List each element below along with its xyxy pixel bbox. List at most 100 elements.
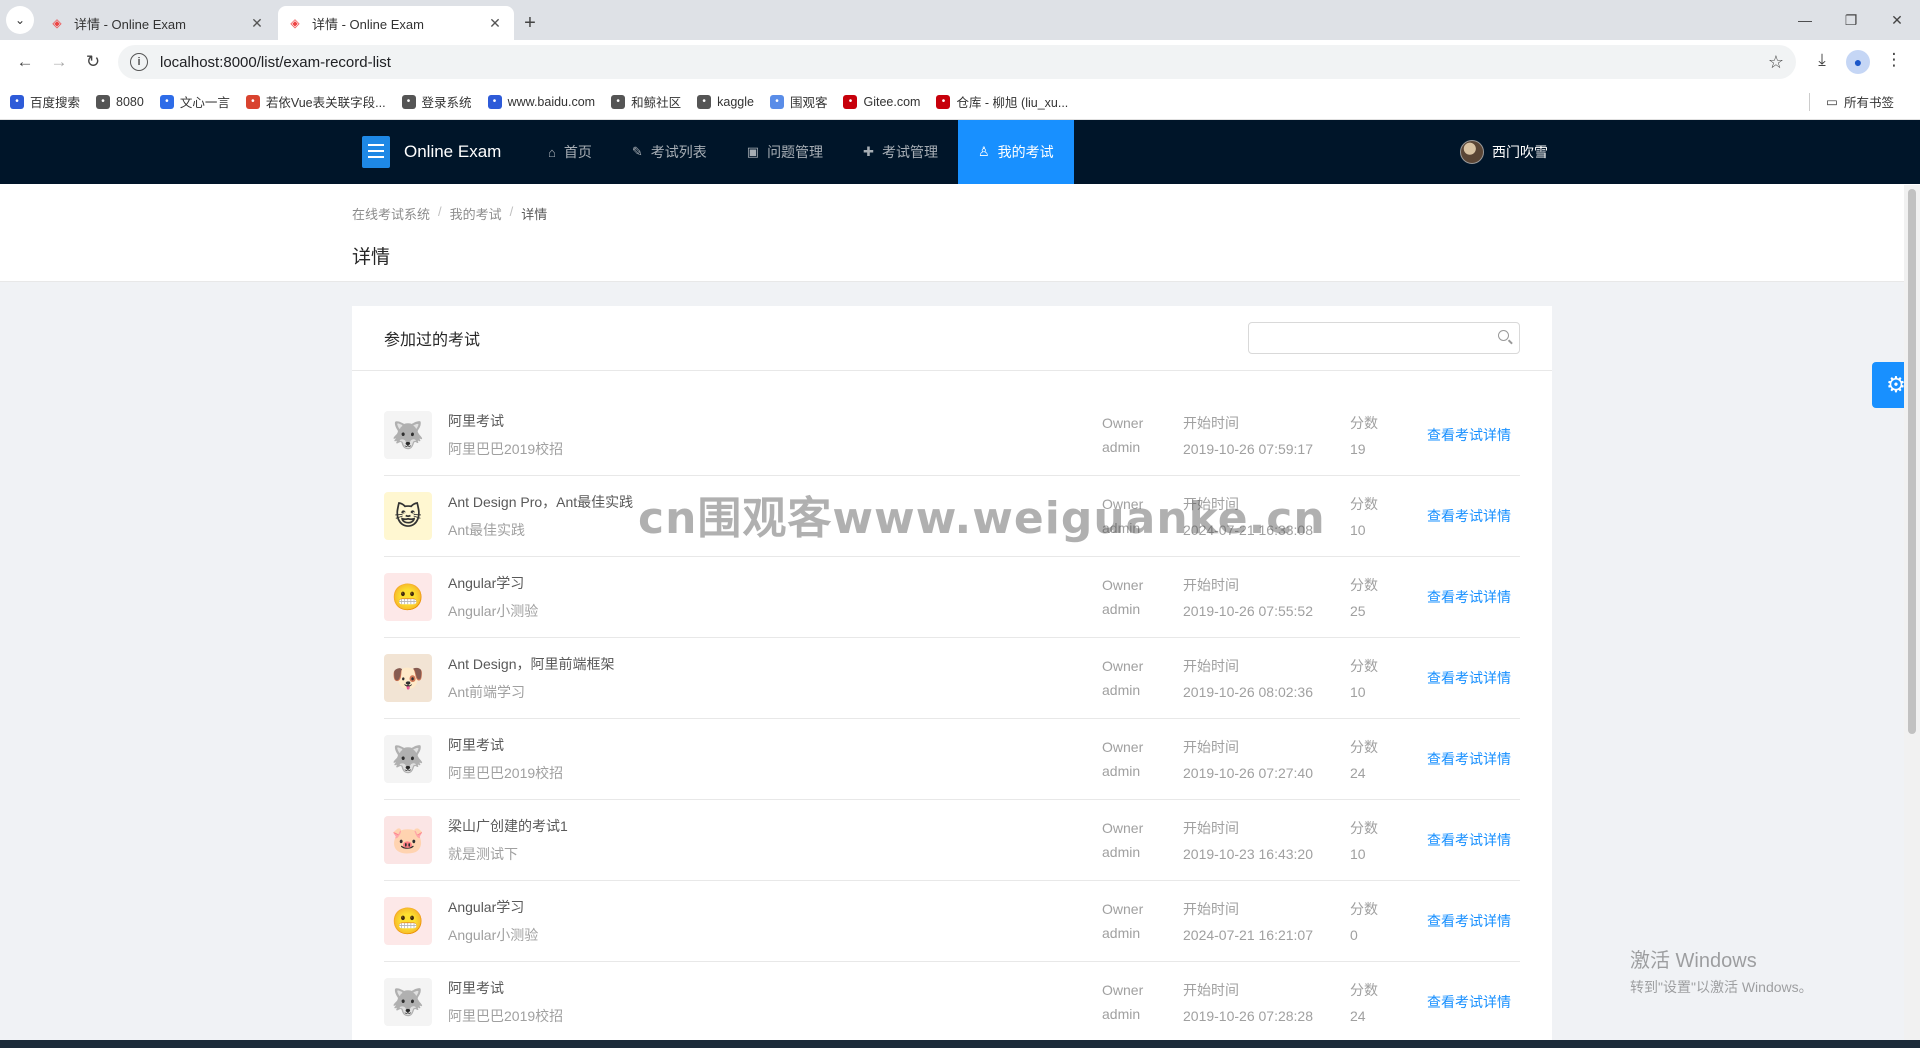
bookmark-item[interactable]: • www.baidu.com bbox=[487, 94, 595, 109]
menu-item-label: 首页 bbox=[563, 144, 592, 160]
close-icon[interactable]: ✕ bbox=[248, 15, 266, 32]
list-item: 🐺 阿里考试 阿里巴巴2019校招 Owner admin 开始时间 2019-10-26 … bbox=[384, 962, 1520, 1043]
url-text[interactable]: localhost:8000/list/exam-record-list bbox=[160, 54, 1768, 71]
bookmark-label: 8080 bbox=[116, 94, 144, 109]
owner-label: Owner bbox=[1102, 739, 1144, 755]
start-time-label: 开始时间 bbox=[1183, 820, 1239, 836]
search-input[interactable] bbox=[1248, 322, 1520, 354]
manage-icon: ✚ bbox=[863, 144, 874, 159]
view-exam-detail-link[interactable]: 查看考试详情 bbox=[1427, 749, 1511, 769]
exam-record-list: 🐺 阿里考试 阿里巴巴2019校招 Owner admin 开始时间 2019-10-26 … bbox=[352, 395, 1552, 1043]
search-icon[interactable] bbox=[1498, 330, 1509, 341]
score-value: 19 bbox=[1350, 441, 1366, 457]
more-menu-icon[interactable]: ⋮ bbox=[1876, 50, 1912, 74]
view-exam-detail-link[interactable]: 查看考试详情 bbox=[1427, 506, 1511, 526]
download-icon[interactable]: ⤓ bbox=[1804, 50, 1840, 74]
browser-tab-1[interactable]: ◈ 详情 - Online Exam ✕ bbox=[40, 6, 276, 40]
score-column: 分数 0 bbox=[1350, 899, 1427, 943]
exam-meta: Ant Design Pro，Ant最佳实践 Ant最佳实践 bbox=[448, 492, 1102, 540]
restore-icon[interactable]: ❐ bbox=[1828, 12, 1874, 29]
page-scrollbar[interactable] bbox=[1904, 185, 1920, 1048]
site-info-icon[interactable]: i bbox=[130, 53, 148, 71]
bookmark-item[interactable]: • 登录系统 bbox=[401, 92, 472, 111]
exam-meta: 梁山广创建的考试1 就是测试下 bbox=[448, 816, 1102, 864]
bookmark-item[interactable]: • 文心一言 bbox=[159, 92, 230, 111]
bookmark-favicon-icon: • bbox=[96, 94, 111, 109]
breadcrumb-item-home[interactable]: 在线考试系统 bbox=[352, 204, 430, 223]
bookmark-item[interactable]: • 围观客 bbox=[769, 92, 828, 111]
score-label: 分数 bbox=[1350, 577, 1378, 593]
app-logo[interactable]: Online Exam bbox=[362, 136, 501, 168]
scrollbar-thumb[interactable] bbox=[1908, 189, 1916, 734]
bookmark-label: 围观客 bbox=[789, 96, 828, 110]
bookmark-item[interactable]: • 百度搜索 bbox=[10, 92, 80, 111]
owner-label: Owner bbox=[1102, 820, 1144, 836]
exam-title: Ant Design Pro，Ant最佳实践 bbox=[448, 494, 634, 510]
score-column: 分数 10 bbox=[1350, 818, 1427, 862]
view-exam-detail-link[interactable]: 查看考试详情 bbox=[1427, 587, 1511, 607]
minimize-icon[interactable]: — bbox=[1782, 12, 1828, 28]
question-icon: ▣ bbox=[746, 144, 760, 159]
view-exam-detail-link[interactable]: 查看考试详情 bbox=[1427, 992, 1511, 1012]
exam-description: Angular小测验 bbox=[448, 927, 539, 943]
exam-title: Angular学习 bbox=[448, 899, 525, 915]
bookmark-favicon-icon: • bbox=[487, 94, 502, 109]
score-label: 分数 bbox=[1350, 820, 1378, 836]
menu-item-2[interactable]: ▣ 问题管理 bbox=[727, 120, 843, 184]
browser-tab-2[interactable]: ◈ 详情 - Online Exam ✕ bbox=[278, 6, 514, 40]
view-exam-detail-link[interactable]: 查看考试详情 bbox=[1427, 668, 1511, 688]
all-bookmarks-folder[interactable]: ▭ 所有书签 bbox=[1826, 92, 1894, 111]
view-exam-detail-link[interactable]: 查看考试详情 bbox=[1427, 425, 1511, 445]
forward-arrow-icon[interactable]: → bbox=[42, 45, 76, 79]
start-time-value: 2019-10-26 08:02:36 bbox=[1183, 684, 1313, 700]
new-tab-plus-icon[interactable]: + bbox=[516, 6, 544, 40]
home-icon: ⌂ bbox=[548, 144, 556, 160]
back-arrow-icon[interactable]: ← bbox=[8, 45, 42, 79]
close-icon[interactable]: ✕ bbox=[486, 15, 504, 32]
tab-search-chevron-icon[interactable]: ⌄ bbox=[6, 6, 34, 34]
bookmark-item[interactable]: • 若依Vue表关联字段... bbox=[245, 92, 386, 111]
list-item: 😬 Angular学习 Angular小测验 Owner admin 开始时间 2019-1… bbox=[384, 557, 1520, 638]
menu-item-3[interactable]: ✚ 考试管理 bbox=[843, 120, 958, 184]
profile-icon[interactable]: ● bbox=[1846, 50, 1870, 74]
address-bar[interactable]: i localhost:8000/list/exam-record-list ☆ bbox=[118, 45, 1796, 79]
menu-item-1[interactable]: ✎ 考试列表 bbox=[612, 120, 727, 184]
score-label: 分数 bbox=[1350, 982, 1378, 998]
close-window-icon[interactable]: ✕ bbox=[1874, 12, 1920, 29]
owner-label: Owner bbox=[1102, 496, 1144, 512]
owner-label: Owner bbox=[1102, 982, 1144, 998]
menu-item-label: 我的考试 bbox=[997, 144, 1054, 160]
exam-description: 就是测试下 bbox=[448, 846, 518, 862]
exam-title: 梁山广创建的考试1 bbox=[448, 818, 568, 834]
bookmark-item[interactable]: • 仓库 - 柳旭 (liu_xu... bbox=[936, 92, 1068, 111]
view-exam-detail-link[interactable]: 查看考试详情 bbox=[1427, 830, 1511, 850]
bookmark-item[interactable]: • kaggle bbox=[697, 94, 754, 109]
start-time-label: 开始时间 bbox=[1183, 577, 1239, 593]
window-controls: — ❐ ✕ bbox=[1782, 0, 1920, 40]
menu-item-0[interactable]: ⌂ 首页 bbox=[528, 120, 612, 184]
bookmark-star-icon[interactable]: ☆ bbox=[1768, 52, 1784, 73]
exam-description: Ant最佳实践 bbox=[448, 522, 526, 538]
owner-label: Owner bbox=[1102, 415, 1144, 431]
menu-item-4[interactable]: ♙ 我的考试 bbox=[957, 120, 1074, 184]
bookmark-item[interactable]: • Gitee.com bbox=[843, 94, 920, 109]
owner-label: Owner bbox=[1102, 901, 1144, 917]
card-header: 参加过的考试 bbox=[352, 306, 1552, 371]
bookmark-item[interactable]: • 8080 bbox=[96, 94, 144, 109]
activate-subtitle: 转到"设置"以激活 Windows。 bbox=[1630, 979, 1813, 995]
bookmark-favicon-icon: • bbox=[936, 94, 951, 109]
breadcrumb-item-my-exam[interactable]: 我的考试 bbox=[450, 204, 502, 223]
user-menu[interactable]: 西门吹雪 bbox=[1460, 140, 1548, 164]
bookmark-label: 若依Vue表关联字段... bbox=[265, 96, 386, 110]
reload-icon[interactable]: ↻ bbox=[76, 45, 110, 79]
exam-description: 阿里巴巴2019校招 bbox=[448, 765, 564, 781]
owner-value: admin bbox=[1102, 925, 1141, 941]
bookmark-label: 仓库 - 柳旭 (liu_xu... bbox=[956, 96, 1069, 110]
bookmark-favicon-icon: • bbox=[401, 94, 416, 109]
owner-value: admin bbox=[1102, 1006, 1141, 1022]
view-exam-detail-link[interactable]: 查看考试详情 bbox=[1427, 911, 1511, 931]
score-column: 分数 25 bbox=[1350, 575, 1427, 619]
score-label: 分数 bbox=[1350, 739, 1378, 755]
bookmark-item[interactable]: • 和鲸社区 bbox=[611, 92, 681, 111]
exam-meta: 阿里考试 阿里巴巴2019校招 bbox=[448, 978, 1102, 1026]
